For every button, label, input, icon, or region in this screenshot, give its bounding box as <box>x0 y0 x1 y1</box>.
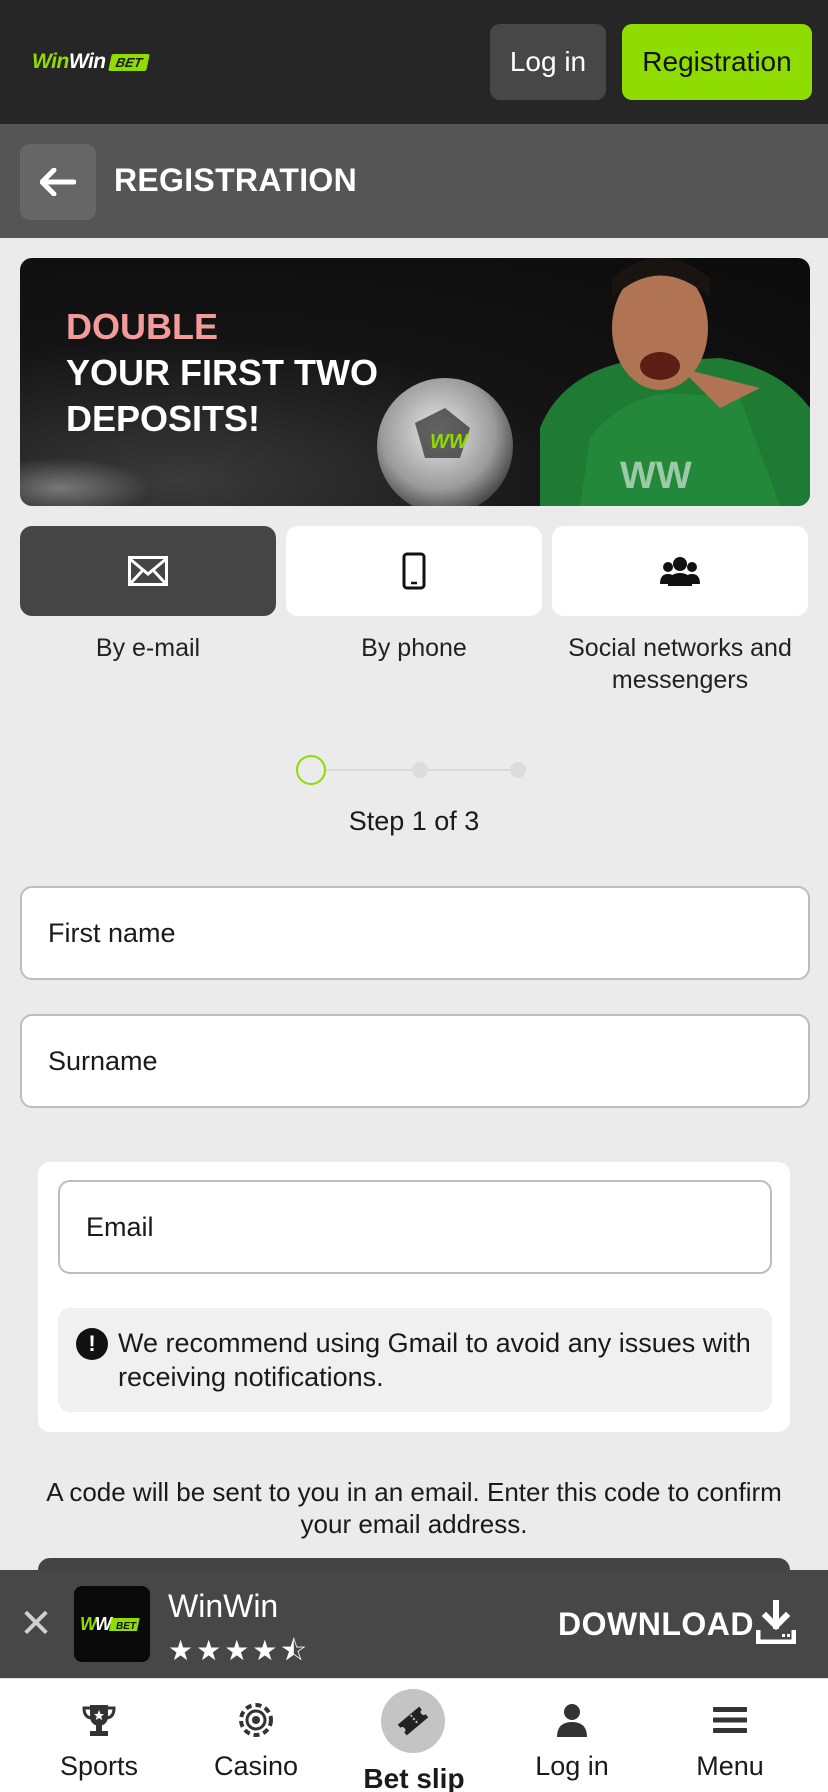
step-3-indicator <box>510 762 526 778</box>
top-header: Win Win BET Log in Registration <box>0 0 828 124</box>
promo-headline: DOUBLE YOUR FIRST TWO DEPOSITS! <box>66 304 378 442</box>
tab-label-email[interactable]: By e-mail <box>20 632 276 664</box>
nav-label-menu: Menu <box>696 1751 764 1781</box>
email-input[interactable] <box>58 1180 772 1274</box>
step-counter-text: Step 1 of 3 <box>348 806 480 836</box>
logo-text-win2: Win <box>68 50 106 73</box>
tab-by-phone[interactable] <box>286 526 542 616</box>
svg-text:WW: WW <box>430 431 470 453</box>
gmail-hint-box: ! We recommend using Gmail to avoid any … <box>58 1308 772 1412</box>
nav-log-in[interactable]: Log in <box>493 1679 651 1792</box>
step-1-indicator <box>296 755 326 785</box>
promo-banner[interactable]: WW WW DOUBLE YOUR FIRST TWO DEPOSITS! <box>20 258 810 506</box>
exclamation-icon: ! <box>76 1328 108 1360</box>
page-header-bar: REGISTRATION <box>0 124 828 238</box>
step-progress <box>294 754 534 786</box>
svg-text:WW: WW <box>620 455 692 497</box>
ticket-icon <box>397 1706 429 1736</box>
nav-bet-slip[interactable]: Bet slip <box>335 1679 493 1792</box>
bet-slip-circle <box>381 1689 445 1753</box>
promo-highlight: DOUBLE <box>66 306 218 347</box>
nav-label-casino: Casino <box>213 1751 299 1781</box>
surname-input[interactable] <box>20 1014 810 1108</box>
email-code-note: A code will be sent to you in an email. … <box>46 1477 782 1539</box>
logo-text-win: Win <box>32 50 69 73</box>
back-button[interactable] <box>20 144 96 220</box>
header-registration-button[interactable]: Registration <box>622 24 812 100</box>
nav-sports[interactable]: Sports <box>20 1679 178 1792</box>
winwin-logo[interactable]: Win Win BET <box>32 50 150 74</box>
promo-line-3: DEPOSITS! <box>66 398 261 439</box>
page-title: REGISTRATION <box>114 162 358 198</box>
arrow-left-icon <box>40 168 76 196</box>
download-icon[interactable] <box>756 1600 796 1644</box>
menu-icon <box>713 1707 747 1733</box>
email-section: ! We recommend using Gmail to avoid any … <box>38 1162 790 1432</box>
envelope-icon <box>128 556 168 586</box>
nav-label-sports: Sports <box>59 1751 139 1781</box>
nav-menu[interactable]: Menu <box>651 1679 809 1792</box>
tab-social-networks[interactable] <box>552 526 808 616</box>
trophy-icon <box>82 1705 116 1736</box>
download-button[interactable]: DOWNLOAD <box>558 1606 754 1643</box>
nav-casino[interactable]: Casino <box>177 1679 335 1792</box>
tab-label-phone[interactable]: By phone <box>286 632 542 664</box>
gmail-hint-text: We recommend using Gmail to avoid any is… <box>118 1328 751 1392</box>
tab-label-social[interactable]: Social networks and messengers <box>552 632 808 696</box>
logo-bet-badge: BET <box>107 53 150 71</box>
close-icon[interactable]: ✕ <box>18 1604 54 1644</box>
app-rating-stars: ★★★★⯪ <box>168 1635 310 1666</box>
svg-text:BET: BET <box>116 1621 137 1632</box>
header-login-button[interactable]: Log in <box>490 24 606 100</box>
bottom-navigation: Sports Casino Bet slip Log in Menu <box>0 1678 828 1792</box>
app-download-banner: ✕ W W BET WinWin ★★★★⯪ DOWNLOAD <box>0 1570 828 1678</box>
first-name-input[interactable] <box>20 886 810 980</box>
nav-label-bet-slip: Bet slip <box>363 1763 465 1792</box>
users-icon <box>660 557 700 586</box>
casino-chip-icon <box>239 1703 273 1737</box>
app-name: WinWin <box>168 1588 279 1624</box>
step-2-indicator <box>412 762 428 778</box>
phone-icon <box>402 552 426 590</box>
app-logo-icon: W W BET <box>74 1586 150 1662</box>
tab-by-email[interactable] <box>20 526 276 616</box>
user-icon <box>557 1704 587 1737</box>
nav-label-log-in: Log in <box>535 1751 609 1781</box>
promo-line-2: YOUR FIRST TWO <box>66 352 378 393</box>
